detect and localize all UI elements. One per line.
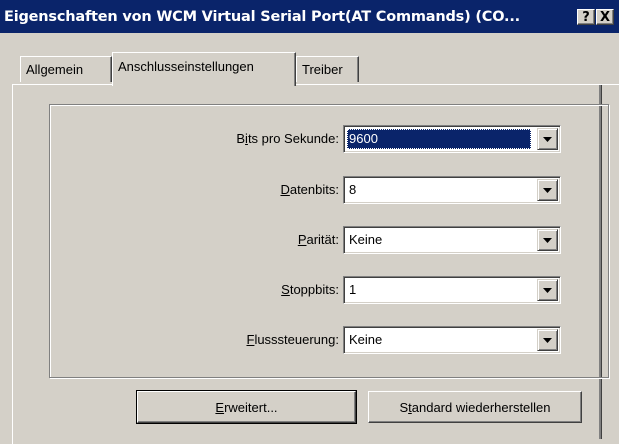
close-button[interactable]: X bbox=[596, 9, 614, 25]
title-bar: Eigenschaften von WCM Virtual Serial Por… bbox=[0, 0, 619, 33]
tab-label: Allgemein bbox=[26, 62, 84, 77]
tab-page bbox=[12, 84, 619, 444]
tab-label: Anschlusseinstellungen bbox=[118, 59, 254, 74]
window-title: Eigenschaften von WCM Virtual Serial Por… bbox=[4, 8, 520, 25]
tab-treiber[interactable]: Treiber bbox=[296, 56, 359, 82]
help-button[interactable]: ? bbox=[577, 9, 595, 25]
tab-label: Treiber bbox=[302, 62, 343, 77]
close-icon: X bbox=[599, 9, 611, 25]
help-icon: ? bbox=[582, 9, 590, 25]
tab-allgemein[interactable]: Allgemein bbox=[20, 56, 112, 82]
tab-anschlusseinstellungen[interactable]: Anschlusseinstellungen bbox=[112, 52, 296, 86]
